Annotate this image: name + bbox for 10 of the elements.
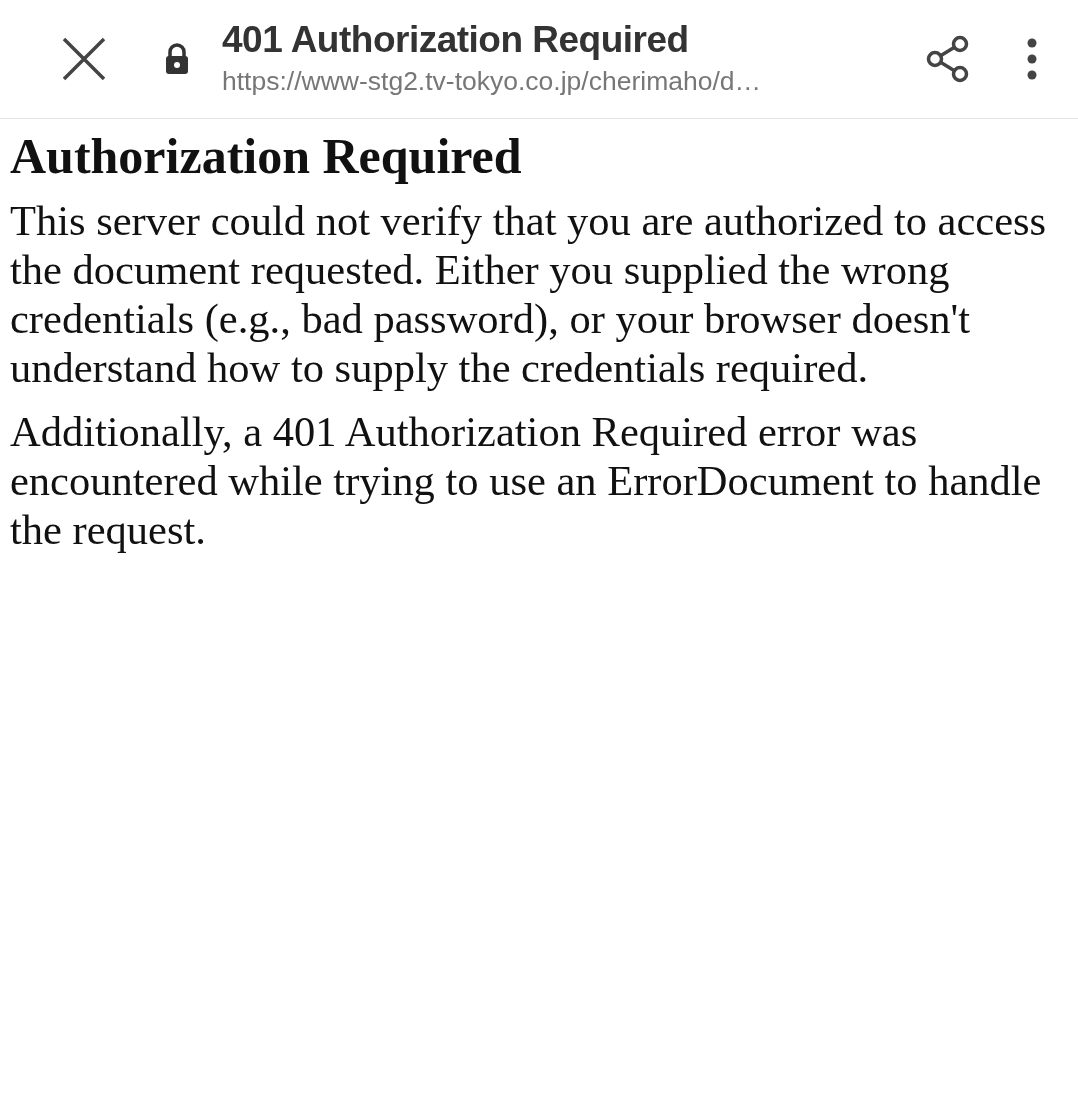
page-title: 401 Authorization Required [222, 19, 690, 61]
close-icon [61, 36, 107, 82]
url-text[interactable]: https://www-stg2.tv-tokyo.co.jp/cherimaho/d… [222, 66, 908, 99]
share-icon [926, 35, 970, 83]
body-paragraph: This server could not verify that you are authorized to access the document requested. Either you supplied the wrong credentials (e.g., bad password), or your browser doesn't understand how to supply the credentials required. [10, 196, 1048, 392]
more-button[interactable] [1026, 38, 1038, 80]
body-paragraph: Additionally, a 401 Authorization Required error was encountered while trying to use an ErrorDocument to handle the request. [10, 407, 1043, 554]
share-button[interactable] [926, 35, 970, 83]
page-heading: Authorization Required [10, 129, 523, 184]
more-icon [1026, 38, 1038, 80]
